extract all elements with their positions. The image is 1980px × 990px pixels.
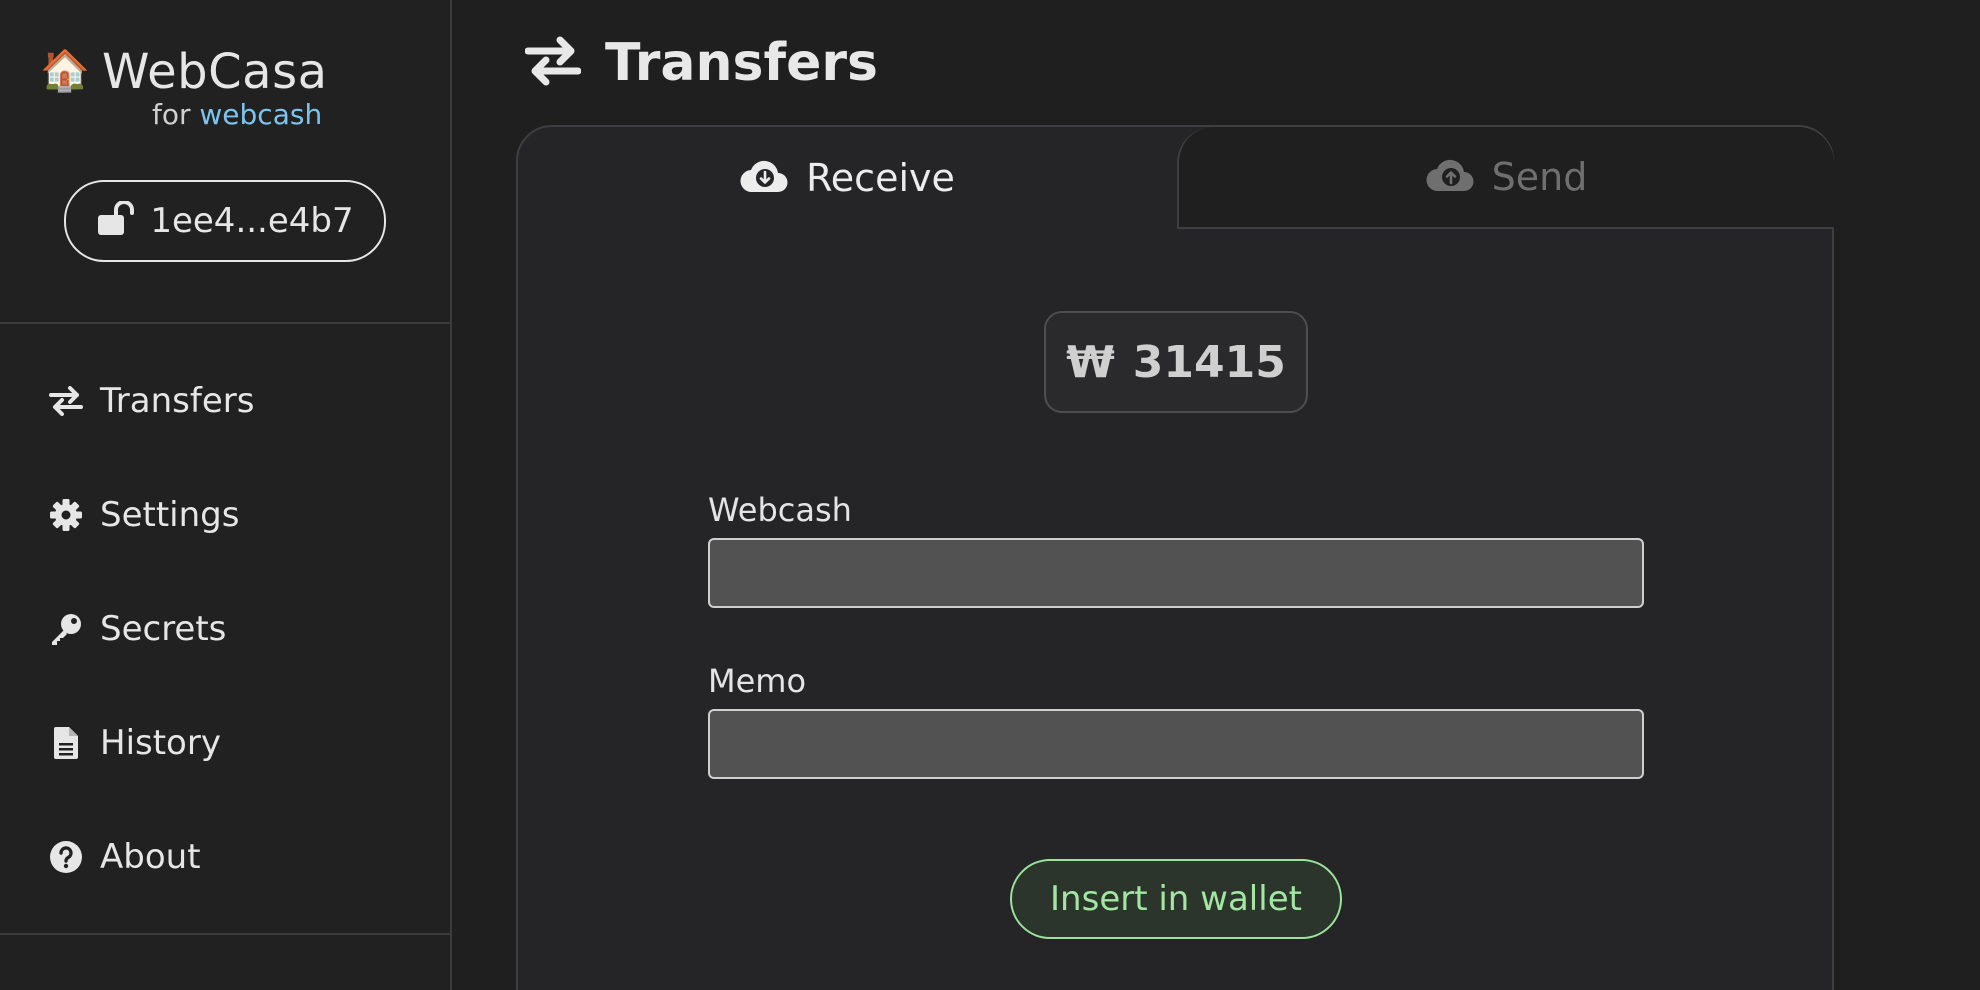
brand-subtitle-link[interactable]: webcash xyxy=(199,98,322,131)
currency-symbol: ₩ xyxy=(1066,336,1115,388)
wallet-id: 1ee4...e4b7 xyxy=(150,201,354,241)
sidebar-item-about[interactable]: About xyxy=(48,829,201,885)
balance-amount: 31415 xyxy=(1132,336,1286,388)
question-circle-icon xyxy=(48,839,84,875)
page-title-text: Transfers xyxy=(605,33,878,93)
tab-receive[interactable]: Receive xyxy=(518,127,1177,229)
sidebar-item-label: Secrets xyxy=(100,609,227,649)
lock-open-icon xyxy=(96,200,136,241)
page-title: Transfers xyxy=(524,30,878,96)
brand-subtitle: for webcash xyxy=(152,98,322,132)
webcash-label: Webcash xyxy=(708,491,852,529)
sidebar-item-label: Transfers xyxy=(100,381,255,421)
brand-name: WebCasa xyxy=(102,44,328,100)
balance-display: ₩ 31415 xyxy=(1044,311,1308,413)
webcash-input[interactable] xyxy=(708,538,1644,608)
sidebar-item-transfers[interactable]: Transfers xyxy=(48,373,254,429)
brand-subtitle-prefix: for xyxy=(152,98,191,131)
sidebar-item-label: About xyxy=(100,837,201,877)
cloud-upload-icon xyxy=(1426,157,1476,197)
key-icon xyxy=(48,611,84,647)
sidebar-item-label: History xyxy=(100,723,221,763)
tab-send[interactable]: Send xyxy=(1177,127,1834,229)
sidebar-item-secrets[interactable]: Secrets xyxy=(48,601,226,657)
insert-in-wallet-button[interactable]: Insert in wallet xyxy=(1010,859,1342,939)
memo-input[interactable] xyxy=(708,709,1644,779)
sidebar-item-label: Settings xyxy=(100,495,240,535)
house-logo-icon: 🏠 xyxy=(40,48,90,94)
sidebar-divider xyxy=(0,322,450,324)
memo-label: Memo xyxy=(708,662,807,700)
transfer-arrows-icon xyxy=(48,383,84,419)
sidebar-item-settings[interactable]: Settings xyxy=(48,487,239,543)
gear-icon xyxy=(48,497,84,533)
tab-label: Send xyxy=(1491,155,1588,199)
wallet-lock-button[interactable]: 1ee4...e4b7 xyxy=(64,180,386,262)
sidebar: 🏠 WebCasa for webcash 1ee4...e4b7 Transf… xyxy=(0,0,452,990)
tab-label: Receive xyxy=(806,156,955,200)
app: 🏠 WebCasa for webcash 1ee4...e4b7 Transf… xyxy=(0,0,1980,990)
sidebar-item-history[interactable]: History xyxy=(48,715,221,771)
sidebar-divider-bottom xyxy=(0,933,450,935)
transfer-card: Receive Send ₩ 31415 Webcash Memo Insert… xyxy=(516,125,1834,990)
transfer-arrows-icon xyxy=(524,36,582,90)
cloud-download-icon xyxy=(740,158,790,198)
document-icon xyxy=(48,725,84,761)
insert-button-label: Insert in wallet xyxy=(1050,879,1302,919)
